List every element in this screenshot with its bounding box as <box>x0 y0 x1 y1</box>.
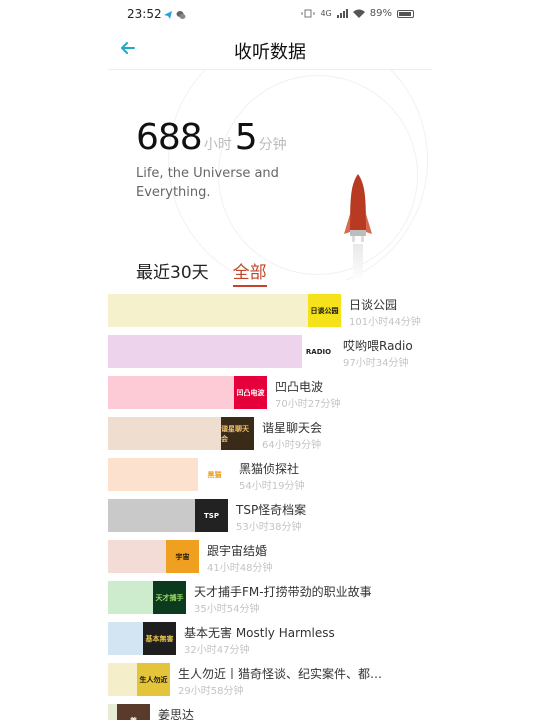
podcast-cover: 天才捕手 <box>153 581 186 614</box>
podcast-row[interactable]: 宇宙 跟宇宙结婚 41小时48分钟 <box>108 538 432 579</box>
podcast-cover: 宇宙 <box>166 540 199 573</box>
podcast-duration: 29小时58分钟 <box>178 686 244 697</box>
podcast-cover: 凹凸电波 <box>234 376 267 409</box>
podcast-cover: 姜 <box>117 704 150 720</box>
wifi-icon <box>352 9 365 18</box>
telegram-icon <box>164 11 172 19</box>
podcast-name: 跟宇宙结婚 <box>207 544 268 558</box>
podcast-duration: 54小时19分钟 <box>239 481 305 492</box>
tab-last-30-days[interactable]: 最近30天 <box>136 258 209 287</box>
rocket-icon <box>344 174 372 280</box>
podcast-row[interactable]: TSP TSP怪奇档案 53小时38分钟 <box>108 497 432 538</box>
summary-panel: 688 小时 5 分钟 Life, the Universe and Every… <box>108 70 432 280</box>
podcast-name: 基本无害 Mostly Harmless <box>184 626 335 640</box>
page-title: 收听数据 <box>234 42 306 63</box>
status-time: 23:52 <box>127 7 162 21</box>
podcast-row[interactable]: 凹凸电波 凹凸电波 70小时27分钟 <box>108 374 432 415</box>
minutes-value: 5 <box>234 117 258 158</box>
podcast-cover: 生人勿近 <box>137 663 170 696</box>
range-tabs: 最近30天 全部 <box>136 258 267 287</box>
wechat-icon <box>176 11 186 19</box>
total-listening-time: 688 小时 5 分钟 <box>136 117 290 158</box>
podcast-cover: 黑猫 <box>198 458 231 491</box>
podcast-row[interactable]: 黑猫 黑猫侦探社 54小时19分钟 <box>108 456 432 497</box>
podcast-cover: 基本無害 <box>143 622 176 655</box>
podcast-cover: 谐星聊天会 <box>221 417 254 450</box>
podcast-cover: TSP <box>195 499 228 532</box>
network-type: 4G <box>320 9 332 18</box>
podcast-name: 哎哟喂Radio <box>343 339 413 353</box>
podcast-name: 天才捕手FM-打捞带劲的职业故事 <box>194 585 372 599</box>
podcast-row[interactable]: 谐星聊天会 谐星聊天会 64小时9分钟 <box>108 415 432 456</box>
signal-icon <box>336 9 348 18</box>
minutes-unit: 分钟 <box>258 137 287 153</box>
podcast-name: 凹凸电波 <box>275 380 324 394</box>
summary-subtitle: Life, the Universe and Everything. <box>136 166 279 200</box>
podcast-duration: 35小时54分钟 <box>194 604 260 615</box>
podcast-row[interactable]: 日谈公园 日谈公园 101小时44分钟 <box>108 292 432 333</box>
podcast-duration: 101小时44分钟 <box>349 317 421 328</box>
status-right: 4G 89% <box>301 8 414 19</box>
podcast-duration: 64小时9分钟 <box>262 440 322 451</box>
podcast-cover: RADIO <box>302 335 335 368</box>
podcast-cover: 日谈公园 <box>308 294 341 327</box>
podcast-duration: 97小时34分钟 <box>343 358 409 369</box>
podcast-row[interactable]: RADIO 哎哟喂Radio 97小时34分钟 <box>108 333 432 374</box>
app-header: 收听数据 <box>108 30 432 70</box>
listening-bar <box>108 294 341 327</box>
vibrate-icon <box>301 9 315 18</box>
tab-all[interactable]: 全部 <box>232 258 267 287</box>
battery-percent: 89% <box>369 8 392 19</box>
podcast-name: 生人勿近丨猎奇怪谈、纪实案件、都… <box>178 667 383 681</box>
hours-value: 688 <box>136 117 203 158</box>
podcast-row[interactable]: 天才捕手 天才捕手FM-打捞带劲的职业故事 35小时54分钟 <box>108 579 432 620</box>
podcast-duration: 70小时27分钟 <box>275 399 341 410</box>
listening-bar <box>108 335 335 368</box>
podcast-name: 日谈公园 <box>349 298 398 312</box>
podcast-row[interactable]: 基本無害 基本无害 Mostly Harmless 32小时47分钟 <box>108 620 432 661</box>
podcast-duration: 41小时48分钟 <box>207 563 273 574</box>
podcast-name: TSP怪奇档案 <box>236 503 307 517</box>
status-bar: 23:52 4G 89% <box>0 0 540 30</box>
podcast-name: 谐星聊天会 <box>262 421 323 435</box>
podcast-name: 黑猫侦探社 <box>239 462 300 476</box>
podcast-name: 姜思达 <box>158 708 195 720</box>
podcast-duration: 32小时47分钟 <box>184 645 250 656</box>
battery-icon <box>397 9 414 18</box>
podcast-duration: 53小时38分钟 <box>236 522 302 533</box>
podcast-row[interactable]: 生人勿近 生人勿近丨猎奇怪谈、纪实案件、都… 29小时58分钟 <box>108 661 432 702</box>
hours-unit: 小时 <box>203 137 232 153</box>
podcast-row[interactable]: 姜姜思达 <box>108 702 432 720</box>
podcast-ranking-list: 日谈公园 日谈公园 101小时44分钟 RADIO 哎哟喂Radio 97小时34分钟凹凸… <box>108 292 432 720</box>
